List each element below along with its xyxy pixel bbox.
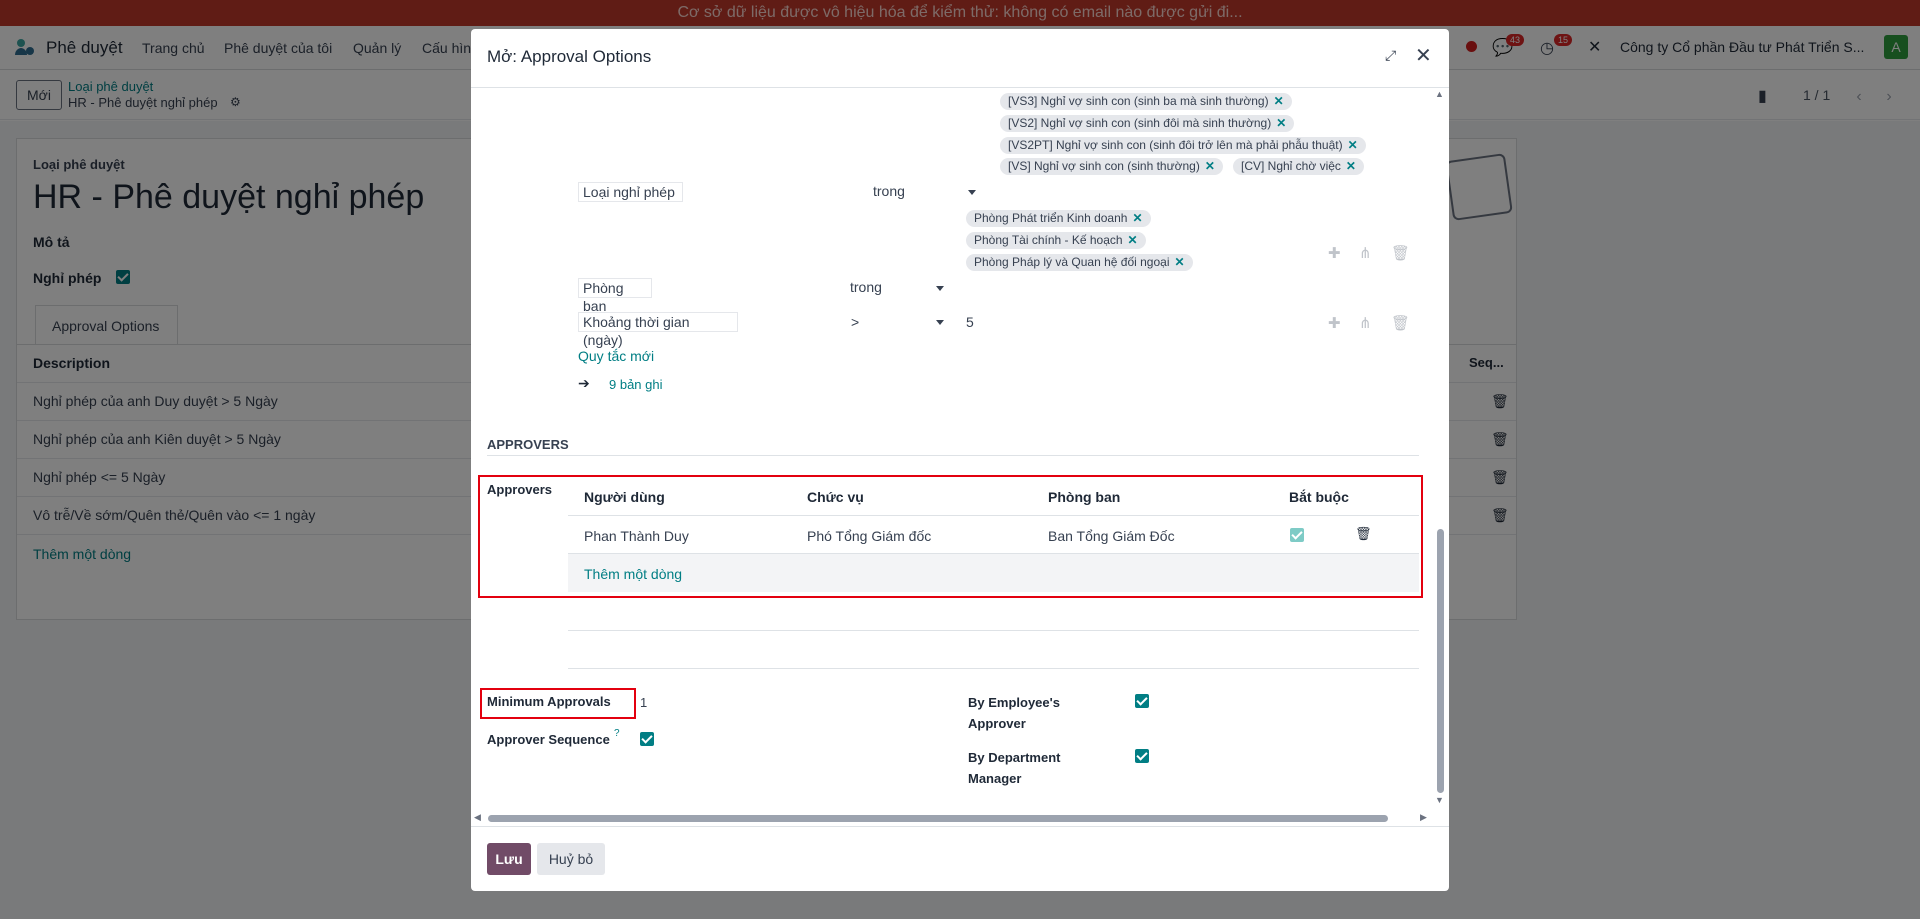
remove-tag-icon[interactable]: ✕	[1276, 116, 1286, 130]
tag-department[interactable]: Phòng Phát triển Kinh doanh ✕	[966, 210, 1151, 227]
tag-leave-type[interactable]: [VS3] Nghỉ vợ sinh con (sinh ba mà sinh …	[1000, 93, 1292, 110]
tag-leave-type[interactable]: [CV] Nghỉ chờ việc ✕	[1233, 158, 1364, 175]
approvers-highlight	[478, 475, 1423, 598]
cancel-button[interactable]: Huỷ bỏ	[537, 843, 605, 875]
tag-leave-type[interactable]: [VS] Nghỉ vợ sinh con (sinh thường) ✕	[1000, 158, 1223, 175]
min-approvals-highlight	[480, 688, 636, 719]
save-button[interactable]: Lưu	[487, 843, 531, 875]
tag-leave-type[interactable]: [VS2PT] Nghỉ vợ sinh con (sinh đôi trở l…	[1000, 137, 1366, 154]
dialog-header-divider	[471, 87, 1449, 88]
min-approvals-input[interactable]: 1	[640, 695, 647, 710]
caret-down-icon[interactable]	[936, 320, 944, 325]
vertical-scrollbar-thumb[interactable]	[1437, 529, 1444, 793]
remove-tag-icon[interactable]: ✕	[1348, 138, 1358, 152]
caret-down-icon[interactable]	[936, 286, 944, 291]
horizontal-scrollbar-thumb[interactable]	[488, 815, 1388, 822]
rule-field-leave-type[interactable]: Loại nghỉ phép	[578, 182, 683, 202]
remove-tag-icon[interactable]: ✕	[1132, 211, 1142, 225]
approvers-section-title: APPROVERS	[487, 437, 569, 452]
records-link[interactable]: 9 bản ghi	[609, 377, 663, 392]
row-divider	[568, 668, 1419, 669]
help-tooltip-icon[interactable]: ?	[614, 728, 620, 739]
scroll-down-icon[interactable]: ▼	[1435, 795, 1444, 805]
by-employee-approver-checkbox[interactable]	[1135, 694, 1149, 708]
remove-tag-icon[interactable]: ✕	[1205, 159, 1215, 173]
add-rule-icon[interactable]: ✚	[1328, 244, 1341, 262]
approval-options-dialog: Mở: Approval Options ⤢ ✕ [VS3] Nghỉ vợ s…	[471, 29, 1449, 891]
tag-department[interactable]: Phòng Pháp lý và Quan hệ đối ngoại ✕	[966, 254, 1193, 271]
remove-tag-icon[interactable]: ✕	[1128, 233, 1138, 247]
rule-field-duration[interactable]: Khoảng thời gian (ngày)	[578, 312, 738, 348]
remove-tag-icon[interactable]: ✕	[1346, 159, 1356, 173]
rule-field-department[interactable]: Phòng ban	[578, 278, 652, 314]
tag-department[interactable]: Phòng Tài chính - Kế hoạch ✕	[966, 232, 1146, 249]
approver-sequence-checkbox[interactable]	[640, 732, 654, 746]
section-divider	[487, 455, 1419, 456]
scroll-up-icon[interactable]: ▲	[1435, 89, 1444, 99]
new-rule-link[interactable]: Quy tắc mới	[578, 348, 654, 364]
dialog-footer-divider	[471, 826, 1449, 827]
rule-operator[interactable]: trong	[850, 279, 882, 295]
add-rule-icon[interactable]: ✚	[1328, 314, 1341, 332]
rule-operator[interactable]: trong	[873, 183, 905, 199]
approver-sequence-label: Approver Sequence	[487, 732, 610, 747]
caret-down-icon[interactable]	[968, 190, 976, 195]
by-department-manager-label-line1: By Department	[968, 750, 1061, 765]
tag-leave-type[interactable]: [VS2] Nghỉ vợ sinh con (sinh đôi mà sinh…	[1000, 115, 1295, 132]
dialog-title: Mở: Approval Options	[487, 47, 652, 66]
rule-value[interactable]: 5	[966, 314, 974, 330]
by-employee-approver-label-line1: By Employee's	[968, 695, 1060, 710]
delete-rule-icon[interactable]: 🗑	[1391, 244, 1410, 262]
by-employee-approver-label-line2: Approver	[968, 716, 1026, 731]
close-icon[interactable]: ✕	[1415, 43, 1432, 68]
delete-rule-icon[interactable]: 🗑	[1391, 314, 1410, 332]
arrow-right-icon: ➔	[578, 375, 590, 391]
rule-operator[interactable]: >	[851, 314, 859, 330]
scroll-right-icon[interactable]: ▶	[1420, 812, 1427, 823]
add-branch-icon[interactable]: ⋔	[1359, 244, 1372, 262]
scroll-left-icon[interactable]: ◀	[474, 812, 481, 823]
remove-tag-icon[interactable]: ✕	[1274, 94, 1284, 108]
by-department-manager-checkbox[interactable]	[1135, 749, 1149, 763]
expand-icon[interactable]: ⤢	[1385, 47, 1396, 64]
add-branch-icon[interactable]: ⋔	[1359, 314, 1372, 332]
row-divider	[568, 630, 1419, 631]
remove-tag-icon[interactable]: ✕	[1174, 255, 1184, 269]
by-department-manager-label-line2: Manager	[968, 771, 1022, 786]
